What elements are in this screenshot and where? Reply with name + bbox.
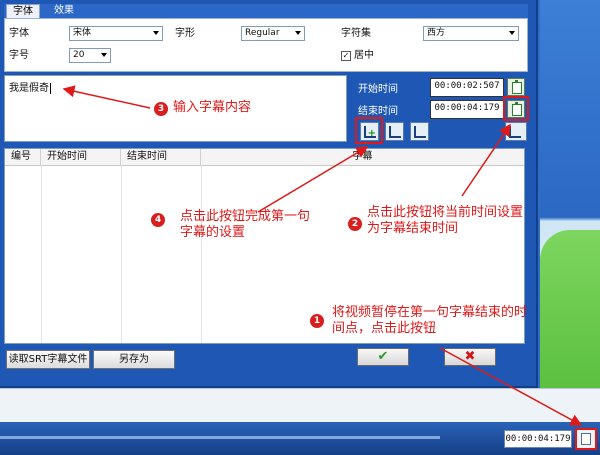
annotation-3-badge: 3	[153, 101, 169, 117]
annotation-1-badge: 1	[309, 313, 325, 329]
annotation-3-text: 输入字幕内容	[173, 100, 252, 115]
annotation-4-badge: 4	[150, 212, 166, 228]
annotation-4-text: 点击此按钮完成第一句字幕的设置	[180, 209, 311, 240]
annotation-2-badge: 2	[347, 216, 363, 232]
arrow-4	[257, 146, 369, 213]
annotation-1-text: 将视频暂停在第一句字幕结束的时间点，点击此按钮	[332, 305, 528, 336]
arrow-3	[62, 85, 151, 109]
arrow-2	[461, 123, 511, 197]
arrow-1	[439, 347, 583, 426]
annotation-2-text: 点击此按钮将当前时间设置为字幕结束时间	[367, 205, 524, 236]
